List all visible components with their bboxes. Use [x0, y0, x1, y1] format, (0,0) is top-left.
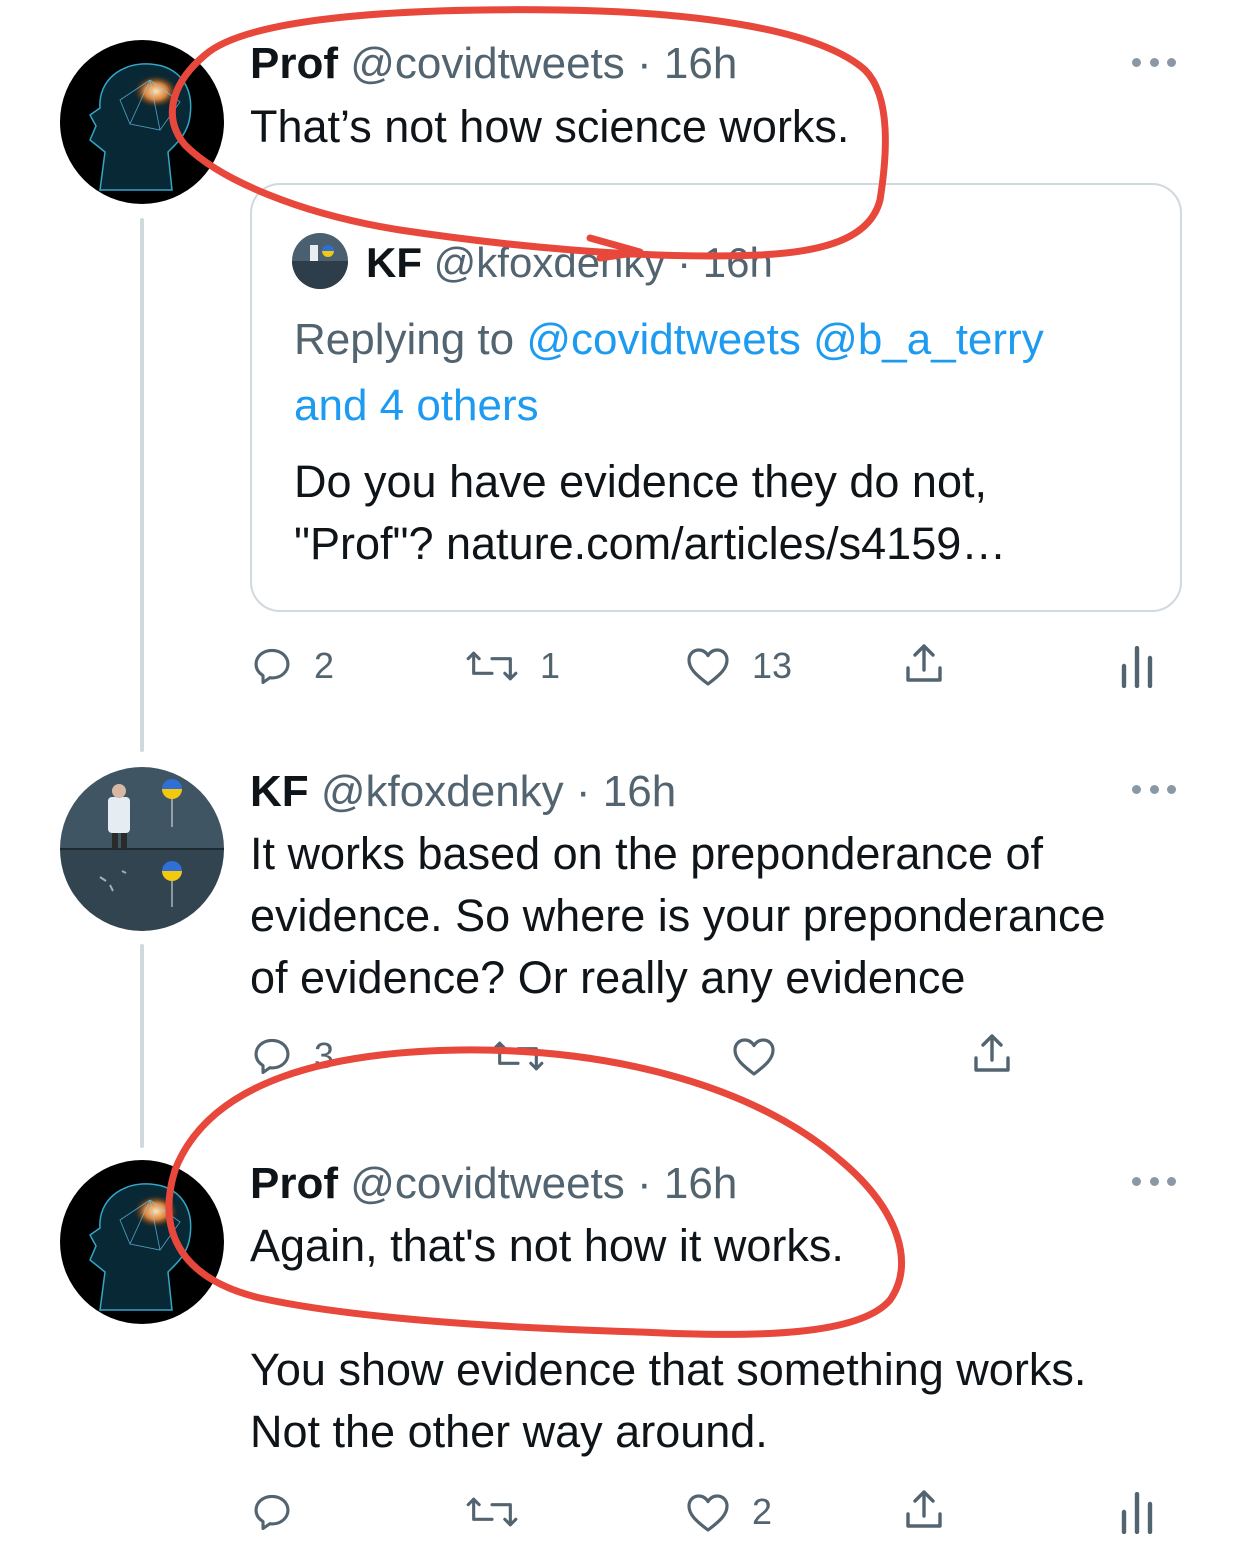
quoted-tweet-header: KF @kfoxdenky · 16h: [366, 239, 773, 287]
tweet-text: Again, that's not how it works. You show…: [250, 1215, 1086, 1463]
replying-to: Replying to @covidtweets @b_a_terryand 4…: [294, 307, 1154, 439]
retweet-button[interactable]: [490, 1034, 546, 1078]
share-button[interactable]: [900, 640, 948, 688]
mention-link[interactable]: @b_a_terry: [813, 315, 1044, 364]
share-icon: [974, 1034, 1010, 1072]
tweet-text-line: It works based on the preponderance of: [250, 828, 1044, 879]
heart-icon: [687, 1494, 729, 1532]
analytics-icon: [1121, 646, 1153, 688]
retweet-icon: [492, 1041, 544, 1071]
tweet-text: That’s not how science works.: [250, 96, 849, 158]
thread-line: [140, 944, 144, 1148]
others-link[interactable]: and 4 others: [294, 381, 539, 430]
quoted-tweet[interactable]: KF @kfoxdenky · 16h Replying to @covidtw…: [250, 183, 1182, 612]
like-count: 2: [752, 1491, 773, 1532]
author-name[interactable]: Prof: [250, 1159, 338, 1208]
analytics-icon: [1121, 1492, 1153, 1534]
share-button[interactable]: [968, 1030, 1016, 1078]
separator-dot: ·: [637, 1159, 652, 1208]
author-handle[interactable]: @kfoxdenky: [321, 767, 564, 816]
tweet-header: Prof @covidtweets · 16h: [250, 1162, 737, 1206]
quoted-tweet-text: Do you have evidence they do not, "Prof"…: [294, 451, 1006, 575]
more-icon[interactable]: [1132, 1174, 1176, 1188]
more-icon[interactable]: [1132, 782, 1176, 796]
tweet-text-line: Not the other way around.: [250, 1406, 768, 1457]
author-name[interactable]: KF: [250, 767, 309, 816]
tweet-text-line: evidence. So where is your preponderance: [250, 890, 1106, 941]
reply-button[interactable]: 3: [250, 1034, 334, 1078]
share-icon: [906, 1490, 942, 1528]
tweet-text-line: of evidence? Or really any evidence: [250, 952, 966, 1003]
retweet-icon: [466, 651, 518, 681]
timestamp: 16h: [702, 239, 773, 286]
reply-count: 3: [314, 1035, 335, 1076]
separator-dot: ·: [575, 767, 591, 816]
tweet-text-line: Again, that's not how it works.: [250, 1220, 844, 1271]
like-button[interactable]: 2: [684, 1490, 772, 1534]
retweet-button[interactable]: 1: [464, 644, 560, 688]
heart-icon: [687, 648, 729, 686]
author-name: KF: [366, 239, 422, 286]
tweet-text-line: That’s not how science works.: [250, 101, 850, 152]
avatar: [292, 233, 348, 289]
retweet-button[interactable]: [464, 1490, 520, 1534]
tweet-text-line: [250, 1277, 1086, 1339]
reply-icon: [254, 648, 290, 685]
separator-dot: ·: [637, 39, 652, 88]
timestamp[interactable]: 16h: [664, 1159, 737, 1208]
share-button[interactable]: [900, 1486, 948, 1534]
avatar[interactable]: [60, 767, 224, 931]
more-icon[interactable]: [1132, 55, 1176, 69]
tweet-header: Prof @covidtweets · 16h: [250, 42, 737, 86]
avatar[interactable]: [60, 40, 224, 204]
timestamp[interactable]: 16h: [664, 39, 737, 88]
tweet-text: It works based on the preponderance of e…: [250, 823, 1106, 1009]
share-icon: [906, 644, 942, 682]
reply-icon: [254, 1038, 290, 1075]
heart-icon: [733, 1038, 775, 1076]
author-handle[interactable]: @covidtweets: [350, 39, 625, 88]
avatar[interactable]: [60, 1160, 224, 1324]
reply-button[interactable]: 2: [250, 644, 334, 688]
analytics-button[interactable]: [1120, 646, 1154, 688]
timestamp[interactable]: 16h: [603, 767, 676, 816]
like-count: 13: [752, 645, 793, 686]
author-handle: @kfoxdenky: [433, 239, 666, 286]
reply-icon: [254, 1494, 290, 1531]
author-name[interactable]: Prof: [250, 39, 338, 88]
separator-dot: ·: [677, 239, 692, 286]
like-button[interactable]: 13: [684, 644, 792, 688]
reply-button[interactable]: [250, 1490, 294, 1534]
replying-to-label: Replying to: [294, 315, 527, 364]
thread-line: [140, 218, 144, 752]
mention-link[interactable]: @covidtweets: [526, 315, 801, 364]
like-button[interactable]: [730, 1034, 778, 1078]
author-handle[interactable]: @covidtweets: [350, 1159, 625, 1208]
retweet-count: 1: [540, 645, 561, 686]
tweet-text-line: "Prof"? nature.com/articles/s4159…: [294, 518, 1007, 569]
tweet-header: KF @kfoxdenky · 16h: [250, 770, 676, 814]
tweet-text-line: Do you have evidence they do not,: [294, 456, 987, 507]
analytics-button[interactable]: [1120, 1492, 1154, 1534]
reply-count: 2: [314, 645, 335, 686]
retweet-icon: [466, 1497, 518, 1527]
tweet-text-line: You show evidence that something works.: [250, 1344, 1087, 1395]
